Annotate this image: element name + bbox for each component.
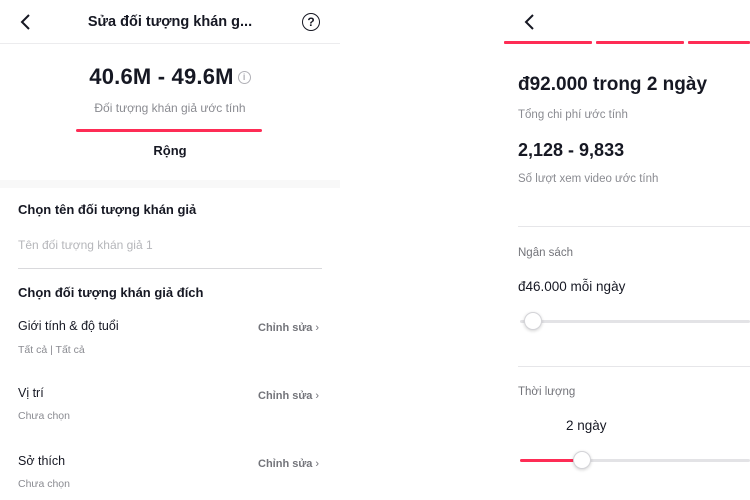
duration-slider-thumb[interactable] [572, 451, 591, 469]
edit-audience-screen: Sửa đối tượng khán g... ? 40.6M - 49.6M i… [0, 0, 340, 500]
duration-value: 2 ngày [566, 418, 607, 433]
edit-label: Chỉnh sửa [258, 390, 313, 402]
duration-slider-fill [520, 459, 578, 462]
audience-name-heading: Chọn tên đối tượng khán giả [18, 202, 197, 217]
budget-value: đ46.000 mỗi ngày [518, 279, 626, 294]
estimated-views-caption: Số lượt xem video ước tính [518, 173, 659, 185]
row-value: Chưa chọn [18, 410, 70, 422]
edit-label: Chỉnh sửa [258, 322, 313, 334]
progress-step-2 [596, 41, 684, 44]
back-chevron-icon [20, 14, 30, 30]
audience-estimate-caption: Đối tượng khán giả ước tính [94, 101, 246, 115]
audience-breadth-label: Rộng [153, 143, 187, 158]
audience-estimate: 40.6M - 49.6M i [0, 64, 340, 90]
edit-label: Chỉnh sửa [258, 458, 313, 470]
budget-label: Ngân sách [518, 247, 573, 259]
total-cost-caption: Tổng chi phí ước tính [518, 109, 628, 121]
row-title: Sở thích [18, 454, 66, 468]
chevron-right-icon: › [315, 390, 320, 402]
section-divider [518, 366, 750, 367]
audience-range: 40.6M - 49.6M [89, 64, 234, 89]
row-value: Chưa chọn [18, 478, 70, 490]
row-title: Giới tính & độ tuổi [18, 319, 119, 333]
back-chevron-icon [524, 14, 534, 30]
help-circle-icon[interactable]: ? [302, 13, 320, 31]
duration-label: Thời lượng [518, 386, 576, 398]
edit-link[interactable]: Chỉnh sửa › [258, 458, 319, 470]
budget-slider-track[interactable] [520, 320, 750, 323]
chevron-right-icon: › [315, 322, 320, 334]
row-title: Vị trí [18, 386, 44, 400]
progress-step-1 [504, 41, 592, 44]
audience-name-input[interactable]: Tên đối tượng khán giả 1 [18, 238, 153, 252]
target-audience-heading: Chọn đối tượng khán giả đích [18, 285, 204, 300]
section-divider [518, 226, 750, 227]
budget-slider-thumb[interactable] [523, 312, 542, 330]
edit-link[interactable]: Chỉnh sửa › [258, 322, 319, 334]
input-underline [18, 268, 322, 269]
chevron-right-icon: › [315, 458, 320, 470]
row-value: Tất cả | Tất cả [18, 344, 85, 356]
edit-link[interactable]: Chỉnh sửa › [258, 390, 319, 402]
section-divider [0, 180, 340, 188]
top-bar: Sửa đối tượng khán g... ? [0, 0, 340, 44]
estimated-views: 2,128 - 9,833 [518, 140, 625, 160]
audience-breadth-bar [76, 129, 262, 132]
page-title: Sửa đối tượng khán g... [87, 14, 253, 30]
back-button[interactable] [518, 8, 542, 36]
progress-step-3 [688, 41, 750, 44]
back-button[interactable] [14, 8, 38, 36]
budget-screen: đ92.000 trong 2 ngày Tổng chi phí ước tí… [500, 0, 750, 500]
info-circle-icon[interactable]: i [237, 71, 251, 84]
total-cost: đ92.000 trong 2 ngày [518, 74, 708, 95]
